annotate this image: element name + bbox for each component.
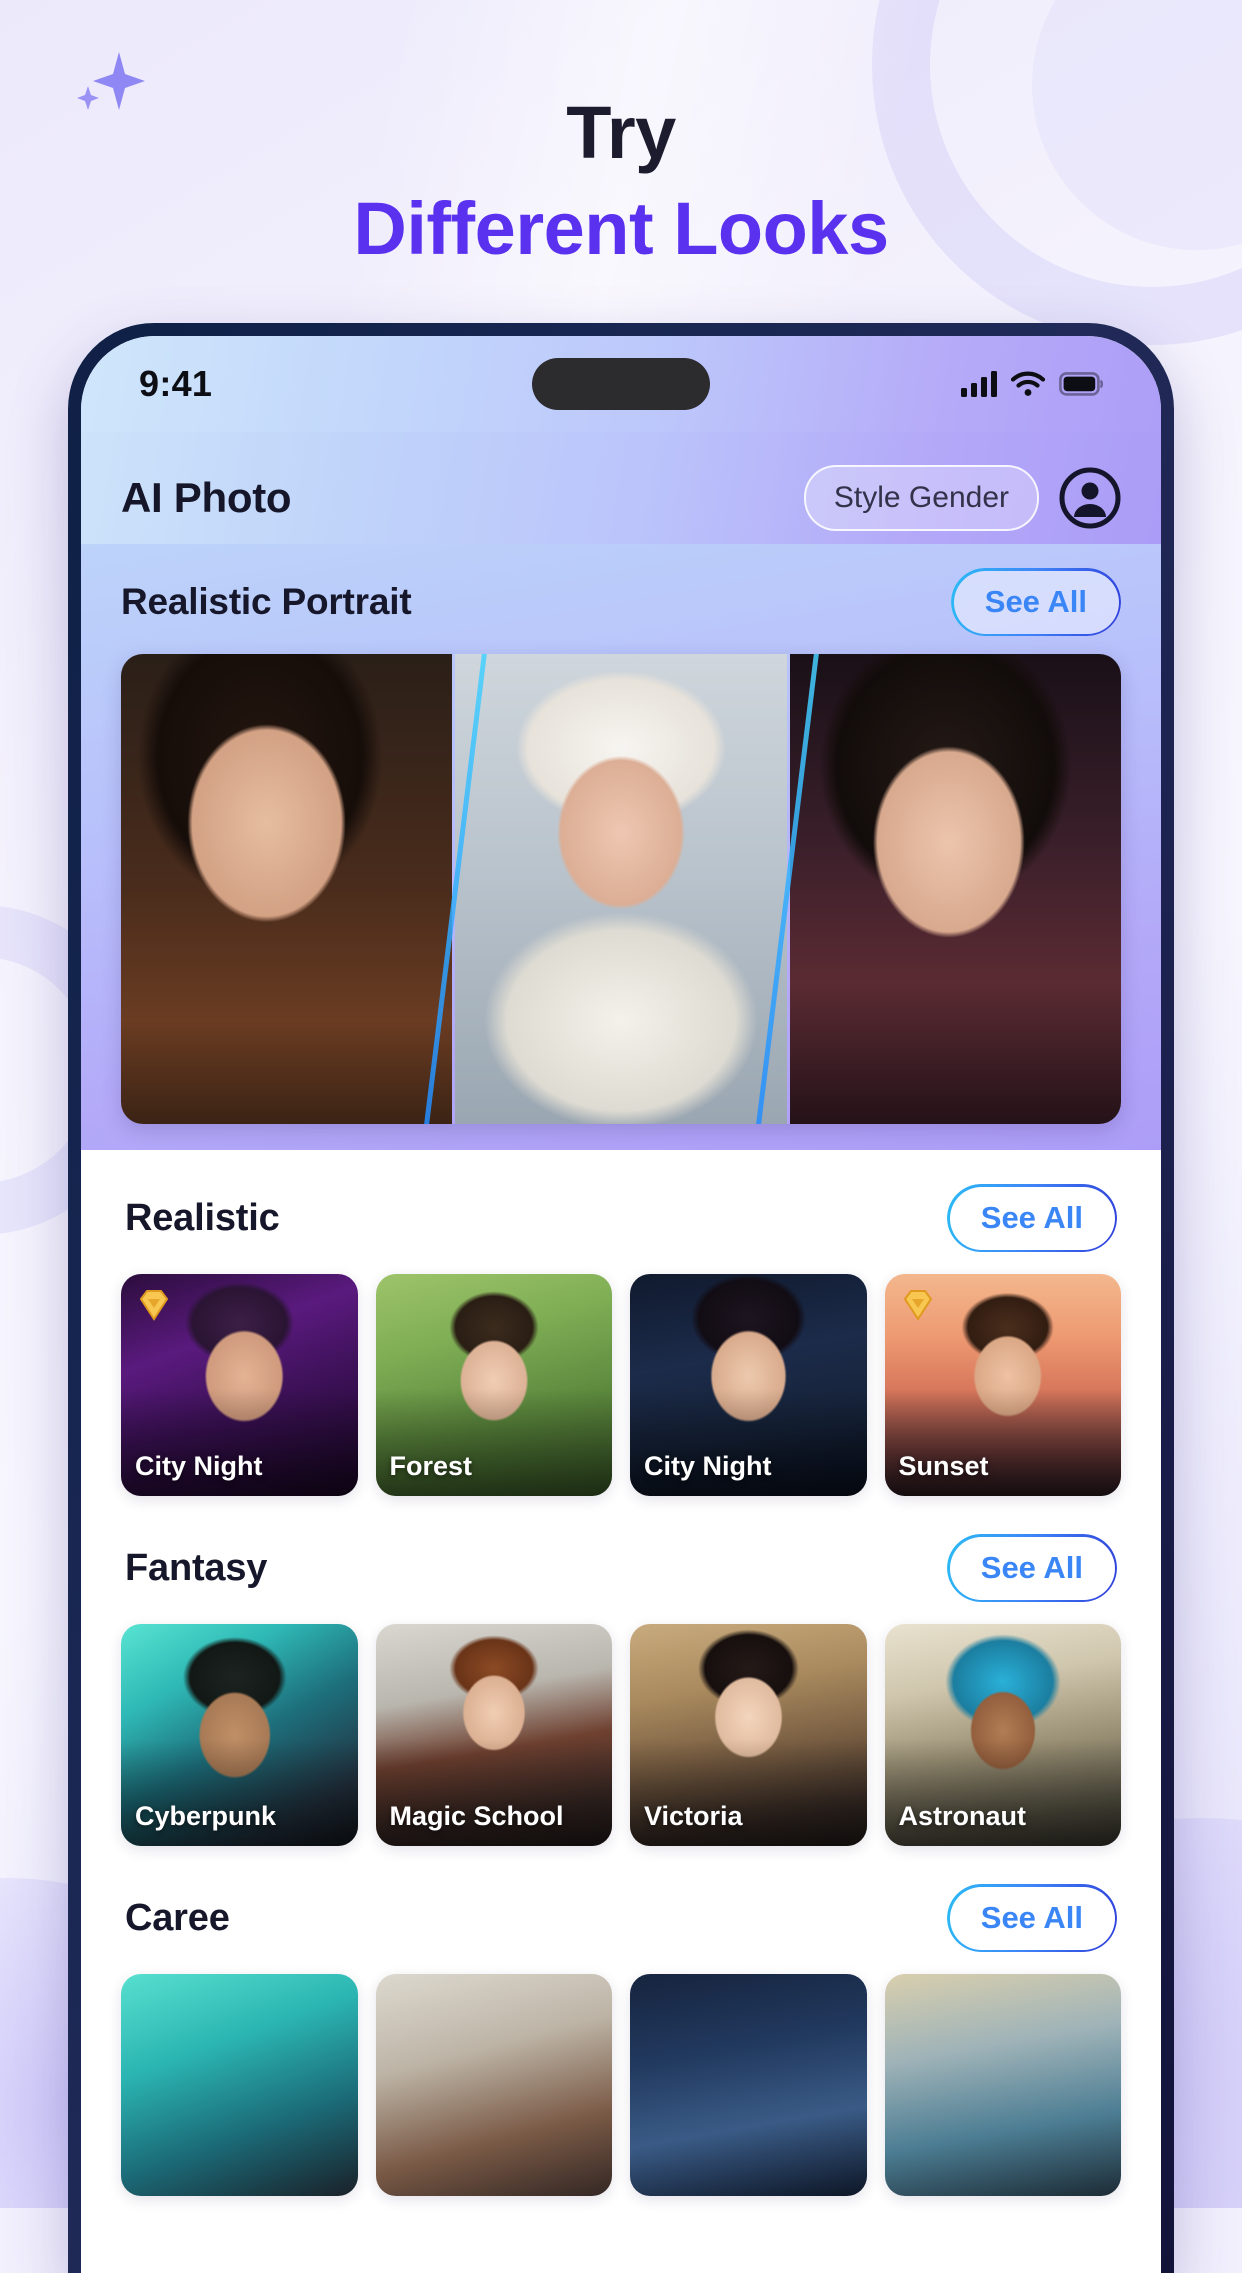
- section-caree: Caree See All: [81, 1850, 1161, 2200]
- status-bar: 9:41: [81, 336, 1161, 432]
- style-card[interactable]: City Night: [121, 1274, 358, 1496]
- see-all-button-caree[interactable]: See All: [946, 1884, 1117, 1952]
- wifi-icon: [1011, 371, 1045, 396]
- hero-pane-officer[interactable]: [789, 654, 1121, 1124]
- profile-avatar-icon[interactable]: [1059, 467, 1121, 529]
- card-label: Forest: [389, 1451, 473, 1481]
- style-card[interactable]: [375, 1974, 612, 2196]
- see-all-button-realistic-portrait[interactable]: See All: [950, 568, 1121, 636]
- phone-screen: 9:41 AI Photo Style Gender Realistic Por…: [81, 336, 1161, 2273]
- phone-mockup: 9:41 AI Photo Style Gender Realistic Por…: [68, 323, 1174, 2273]
- card-row-realistic: City Night Forest City Night Sunset: [81, 1274, 1161, 1496]
- hero-triptych[interactable]: [121, 654, 1121, 1124]
- style-card[interactable]: [630, 1974, 867, 2196]
- app-header: AI Photo Style Gender: [81, 432, 1161, 544]
- card-label: City Night: [135, 1451, 263, 1481]
- card-label: Sunset: [898, 1451, 989, 1481]
- dynamic-island: [532, 358, 710, 410]
- card-label: Magic School: [389, 1801, 564, 1831]
- gem-badge-icon: [903, 1290, 932, 1321]
- style-card[interactable]: Astronaut: [884, 1624, 1121, 1846]
- section-header: Realistic See All: [81, 1150, 1161, 1274]
- battery-full-icon: [1059, 372, 1103, 396]
- section-realistic-portrait: Realistic Portrait See All: [81, 544, 1161, 1150]
- see-all-button-fantasy[interactable]: See All: [946, 1534, 1117, 1602]
- card-row-caree: [81, 1974, 1161, 2196]
- gem-badge-icon: [139, 1290, 169, 1321]
- app-title: AI Photo: [121, 474, 292, 521]
- section-header: Fantasy See All: [81, 1500, 1161, 1624]
- card-label: City Night: [644, 1451, 772, 1481]
- style-gender-button[interactable]: Style Gender: [803, 465, 1039, 531]
- cellular-signal-icon: [961, 371, 997, 397]
- hero-pane-winter[interactable]: [455, 654, 787, 1124]
- style-card[interactable]: Sunset: [884, 1274, 1121, 1496]
- style-card[interactable]: [884, 1974, 1121, 2196]
- status-bar-icons: [961, 371, 1103, 397]
- card-label: Cyberpunk: [135, 1801, 277, 1831]
- style-card[interactable]: [121, 1974, 358, 2196]
- card-label: Astronaut: [898, 1801, 1027, 1831]
- style-card[interactable]: Magic School: [375, 1624, 612, 1846]
- app-header-actions: Style Gender: [803, 465, 1121, 531]
- style-card[interactable]: City Night: [630, 1274, 867, 1496]
- hero-heading-line-2: Different Looks: [353, 187, 889, 270]
- section-title: Realistic Portrait: [121, 581, 412, 622]
- style-card[interactable]: Cyberpunk: [121, 1624, 358, 1846]
- card-row-fantasy: Cyberpunk Magic School Victoria Astronau…: [81, 1624, 1161, 1846]
- see-all-button-realistic[interactable]: See All: [946, 1184, 1117, 1252]
- card-label: Victoria: [644, 1801, 743, 1831]
- section-header: Realistic Portrait See All: [81, 544, 1161, 654]
- section-title: Realistic: [125, 1196, 280, 1239]
- hero-pane-pilot[interactable]: [121, 654, 453, 1124]
- section-title: Fantasy: [125, 1546, 268, 1589]
- hero-heading-line-1: Try: [566, 91, 676, 174]
- status-bar-clock: 9:41: [139, 363, 213, 404]
- section-header: Caree See All: [81, 1850, 1161, 1974]
- style-card[interactable]: Forest: [375, 1274, 612, 1496]
- hero-heading: Try Different Looks: [0, 96, 1242, 266]
- style-card[interactable]: Victoria: [630, 1624, 867, 1846]
- section-realistic: Realistic See All City Night Forest City…: [81, 1150, 1161, 1500]
- section-title: Caree: [125, 1896, 230, 1939]
- section-fantasy: Fantasy See All Cyberpunk Magic School V…: [81, 1500, 1161, 1850]
